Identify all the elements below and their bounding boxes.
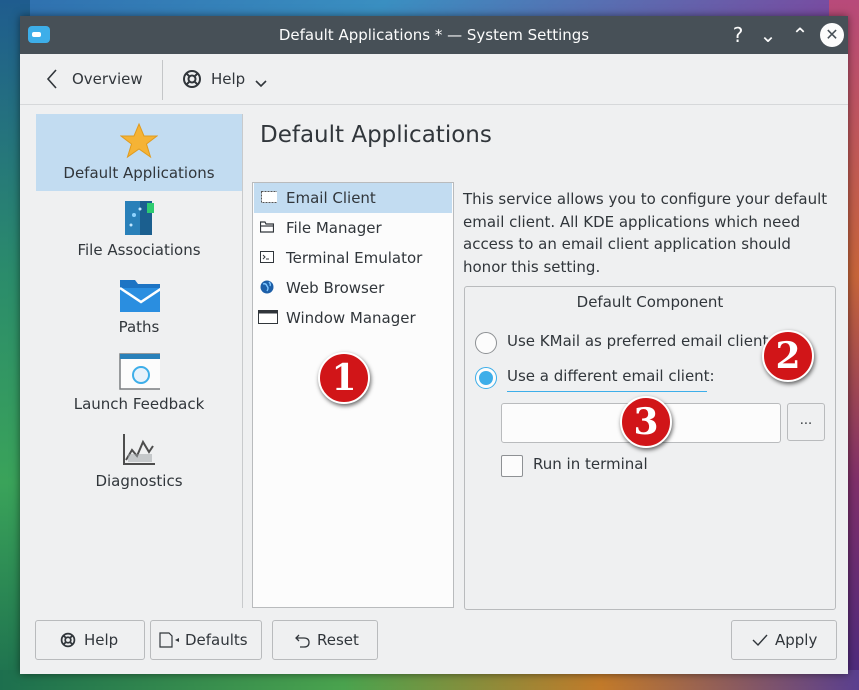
help-question-icon[interactable]: ? <box>726 23 750 47</box>
annotation-badge-3: 3 <box>620 396 672 448</box>
title-bar[interactable]: Default Applications * — System Settings… <box>20 16 848 54</box>
defaults-button-label: Defaults <box>185 631 248 649</box>
help-button-label: Help <box>84 631 119 649</box>
sidebar: Default Applications File Associations P… <box>36 114 243 608</box>
list-item-terminal-emulator[interactable]: Terminal Emulator <box>254 243 452 273</box>
toolbar: Overview Help <box>20 54 848 105</box>
email-client-icon <box>261 191 277 203</box>
window-icon <box>258 310 278 324</box>
apply-button[interactable]: Apply <box>731 620 837 660</box>
file-associations-icon <box>125 201 154 235</box>
chevron-down-icon <box>255 80 267 88</box>
sidebar-item-file-associations[interactable]: File Associations <box>36 191 242 268</box>
help-menu-button[interactable]: Help <box>180 65 270 93</box>
window-title: Default Applications * — System Settings <box>278 26 590 44</box>
run-in-terminal-label[interactable]: Run in terminal <box>533 455 648 473</box>
globe-icon <box>260 280 274 294</box>
document-revert-icon <box>159 632 179 648</box>
lifebuoy-icon <box>183 70 201 88</box>
sidebar-item-launch-feedback[interactable]: Launch Feedback <box>36 345 242 422</box>
terminal-icon <box>260 251 274 263</box>
apply-button-label: Apply <box>775 631 818 649</box>
lifebuoy-icon <box>60 632 76 648</box>
sidebar-item-paths[interactable]: Paths <box>36 268 242 345</box>
sidebar-item-label: Diagnostics <box>95 472 183 490</box>
different-client-radio-label[interactable]: Use a different email client: <box>507 367 715 385</box>
list-item-label: Window Manager <box>286 309 416 327</box>
list-item-label: File Manager <box>286 219 382 237</box>
kmail-radio-label[interactable]: Use KMail as preferred email client <box>507 332 768 350</box>
minimize-icon[interactable]: ⌄ <box>756 23 780 47</box>
chevron-left-icon <box>46 69 57 89</box>
different-client-radio[interactable] <box>475 367 497 389</box>
close-icon[interactable]: ✕ <box>820 23 844 47</box>
checkmark-icon <box>752 634 768 647</box>
list-item-label: Web Browser <box>286 279 385 297</box>
kmail-radio[interactable] <box>475 332 497 354</box>
toolbar-separator <box>162 60 163 100</box>
launch-feedback-icon <box>119 353 160 390</box>
diagnostics-icon <box>123 434 155 465</box>
folder-icon <box>119 280 160 312</box>
run-in-terminal-checkbox[interactable] <box>501 455 523 477</box>
sidebar-item-label: Paths <box>118 318 160 336</box>
page-title: Default Applications <box>260 122 492 148</box>
annotation-badge-1: 1 <box>318 352 370 404</box>
star-icon <box>120 122 158 159</box>
list-item-window-manager[interactable]: Window Manager <box>254 303 452 333</box>
list-item-email-client[interactable]: Email Client <box>254 183 452 213</box>
sidebar-item-label: Default Applications <box>63 164 215 182</box>
list-item-file-manager[interactable]: File Manager <box>254 213 452 243</box>
sidebar-item-default-applications[interactable]: Default Applications <box>36 114 242 191</box>
maximize-icon[interactable]: ⌃ <box>788 23 812 47</box>
list-item-web-browser[interactable]: Web Browser <box>254 273 452 303</box>
reset-button-label: Reset <box>317 631 359 649</box>
list-item-label: Email Client <box>286 189 376 207</box>
defaults-button[interactable]: Defaults <box>150 620 262 660</box>
file-manager-icon <box>260 221 274 233</box>
annotation-badge-2: 2 <box>762 330 814 382</box>
reset-button[interactable]: Reset <box>272 620 378 660</box>
description-text: This service allows you to configure you… <box>463 190 828 276</box>
group-title: Default Component <box>576 293 724 311</box>
sidebar-item-diagnostics[interactable]: Diagnostics <box>36 422 242 499</box>
sidebar-item-label: File Associations <box>77 241 201 259</box>
help-label: Help <box>211 70 246 88</box>
list-item-label: Terminal Emulator <box>286 249 423 267</box>
help-button[interactable]: Help <box>35 620 145 660</box>
system-settings-window: Default Applications * — System Settings… <box>20 16 848 674</box>
sidebar-item-label: Launch Feedback <box>73 395 205 413</box>
focus-underline <box>507 391 707 392</box>
browse-button[interactable]: ... <box>787 403 825 441</box>
undo-icon <box>295 634 310 648</box>
overview-label: Overview <box>72 70 143 88</box>
